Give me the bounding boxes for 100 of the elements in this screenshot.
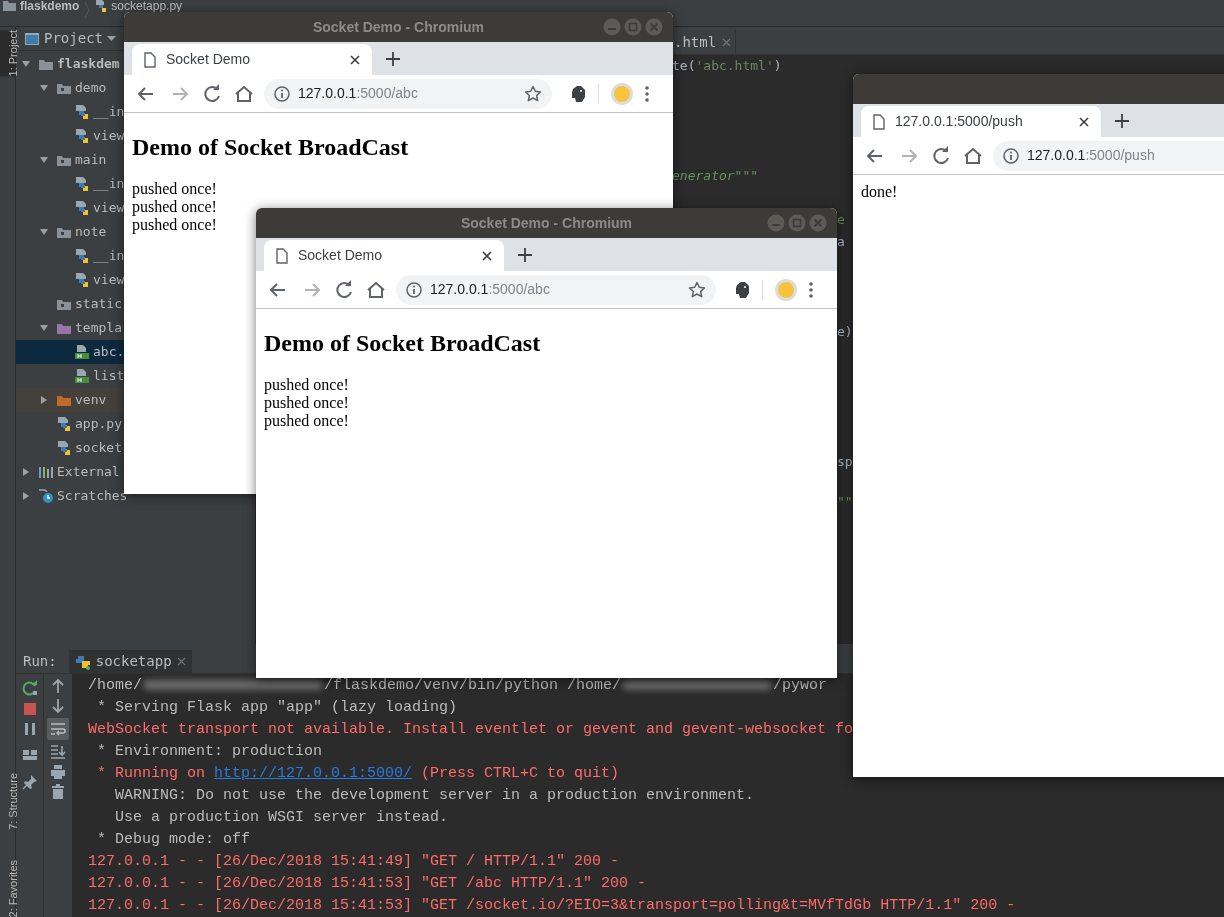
- library-icon: [38, 465, 54, 479]
- star-icon[interactable]: [524, 84, 542, 103]
- code-line: a: [837, 233, 845, 251]
- console-line: Use a production WSGI server instead.: [114, 808, 450, 828]
- page-icon: [144, 51, 156, 68]
- link[interactable]: http://127.0.0.1:5000/: [214, 765, 413, 782]
- code-line: "": [837, 493, 853, 511]
- browser-tab[interactable]: 127.0.0.1:5000/push: [861, 106, 1101, 137]
- tree-item[interactable]: templa: [16, 316, 123, 340]
- window-title: Socket Demo - Chromium: [312, 17, 485, 37]
- new-tab-icon[interactable]: [1115, 114, 1129, 128]
- expand-arrow-icon[interactable]: [39, 227, 49, 237]
- tree-item[interactable]: static: [16, 292, 123, 316]
- scroll-end-icon[interactable]: [50, 744, 66, 760]
- python-file-icon: [74, 104, 90, 120]
- tree-item[interactable]: note: [16, 220, 123, 244]
- new-tab-icon[interactable]: [386, 52, 400, 66]
- python-file-icon: [95, 0, 108, 12]
- page-text: pushed once!: [264, 376, 349, 394]
- tree-item[interactable]: __in: [16, 244, 125, 268]
- pause-icon[interactable]: [22, 722, 37, 736]
- rerun-icon[interactable]: [21, 680, 38, 696]
- close-icon[interactable]: [350, 54, 360, 65]
- window-title: Socket Demo - Chromium: [460, 213, 633, 233]
- up-arrow-icon[interactable]: [51, 678, 65, 694]
- tree-item[interactable]: External: [16, 460, 123, 484]
- tree-item[interactable]: list: [16, 364, 125, 388]
- menu-icon[interactable]: [645, 85, 649, 102]
- collapse-arrow-icon[interactable]: [21, 491, 31, 501]
- tree-item[interactable]: __in: [16, 172, 125, 196]
- console-line: * Serving Flask app "app" (lazy loading): [96, 698, 459, 718]
- tool-window-tab[interactable]: 7: Structure: [0, 772, 15, 830]
- print-icon[interactable]: [50, 764, 66, 780]
- python-file-icon: [74, 128, 90, 144]
- folder-icon: [56, 297, 72, 311]
- layout-icon[interactable]: [21, 748, 38, 762]
- new-tab-icon[interactable]: [518, 248, 532, 262]
- run-tab[interactable]: socketapp: [68, 649, 192, 674]
- folder-icon: [38, 57, 54, 71]
- trash-icon[interactable]: [51, 784, 65, 800]
- python-file-icon: [74, 272, 90, 288]
- breadcrumb-item[interactable]: flaskdemo: [20, 0, 80, 12]
- down-arrow-icon[interactable]: [51, 698, 65, 714]
- tree-item[interactable]: venv: [16, 388, 123, 412]
- python-file-icon: [74, 200, 90, 216]
- close-icon[interactable]: [1079, 116, 1089, 127]
- python-icon: [74, 653, 91, 670]
- browser-tab[interactable]: Socket Demo: [264, 240, 504, 271]
- address-bar[interactable]: 127.0.0.1:5000/abc: [264, 78, 552, 109]
- console-line: 127.0.0.1 - - [26/Dec/2018 15:41:53] "GET /socket.io/?EIO=3&transport=polling&t=MVfTdGb HTTP/1.1" 200 -: [88, 896, 1016, 916]
- code-line: e): [837, 323, 853, 341]
- tool-window-tab[interactable]: 2: Favorites: [0, 859, 15, 917]
- code-line: te('abc.html'): [672, 57, 782, 75]
- tree-item[interactable]: __in: [16, 100, 125, 124]
- expand-arrow-icon[interactable]: [21, 59, 31, 69]
- panel-title: Run:: [23, 652, 57, 671]
- panel-icon: [24, 31, 40, 46]
- folder-icon: [56, 153, 72, 167]
- tree-item[interactable]: app.py: [16, 412, 123, 436]
- caret-icon: [107, 35, 116, 42]
- address-bar[interactable]: 127.0.0.1:5000/abc: [396, 274, 716, 305]
- breadcrumb-item[interactable]: socketapp.py: [111, 0, 183, 12]
- collapse-arrow-icon[interactable]: [39, 395, 49, 405]
- folder-icon: [56, 81, 72, 95]
- expand-arrow-icon[interactable]: [39, 323, 49, 333]
- stop-icon[interactable]: [22, 702, 37, 716]
- info-icon: [274, 85, 290, 102]
- html-file-icon: [74, 344, 90, 360]
- info-icon: [406, 281, 422, 298]
- tree-item[interactable]: view: [16, 124, 125, 148]
- tree-item[interactable]: abc.: [16, 340, 125, 364]
- folder-icon: [56, 321, 72, 335]
- code-line: sp: [837, 453, 853, 471]
- expand-arrow-icon[interactable]: [39, 155, 49, 165]
- address-bar[interactable]: 127.0.0.1:5000/push: [993, 140, 1224, 171]
- console-line: WARNING: Do not use the development server in a production environment.: [114, 786, 756, 806]
- page-text: pushed once!: [132, 198, 217, 216]
- tree-item[interactable]: view: [16, 196, 125, 220]
- tree-item[interactable]: demo: [16, 76, 123, 100]
- expand-arrow-icon[interactable]: [39, 83, 49, 93]
- close-icon[interactable]: [482, 250, 492, 261]
- page-heading: Demo of Socket BroadCast: [132, 133, 410, 161]
- pin-icon[interactable]: [21, 774, 38, 790]
- page-icon: [276, 247, 288, 264]
- tree-item[interactable]: main: [16, 148, 123, 172]
- tree-item[interactable]: socket: [16, 436, 123, 460]
- code-line: enerator""": [672, 167, 759, 185]
- soft-wrap-button[interactable]: [47, 718, 69, 740]
- python-file-icon: [56, 440, 72, 456]
- tree-item[interactable]: view: [16, 268, 125, 292]
- info-icon: [1003, 147, 1019, 164]
- tree-item[interactable]: Scratches: [16, 484, 128, 508]
- menu-icon[interactable]: [809, 281, 813, 298]
- browser-tab[interactable]: Socket Demo: [132, 44, 372, 75]
- collapse-arrow-icon[interactable]: [21, 467, 31, 477]
- wrap-icon: [50, 722, 66, 736]
- star-icon[interactable]: [688, 280, 706, 299]
- panel-dropdown[interactable]: Project: [44, 28, 116, 49]
- tree-item[interactable]: flaskdem: [16, 52, 123, 76]
- console-line: WebSocket transport not available. Install eventlet or gevent and gevent-websocket fo: [88, 720, 855, 740]
